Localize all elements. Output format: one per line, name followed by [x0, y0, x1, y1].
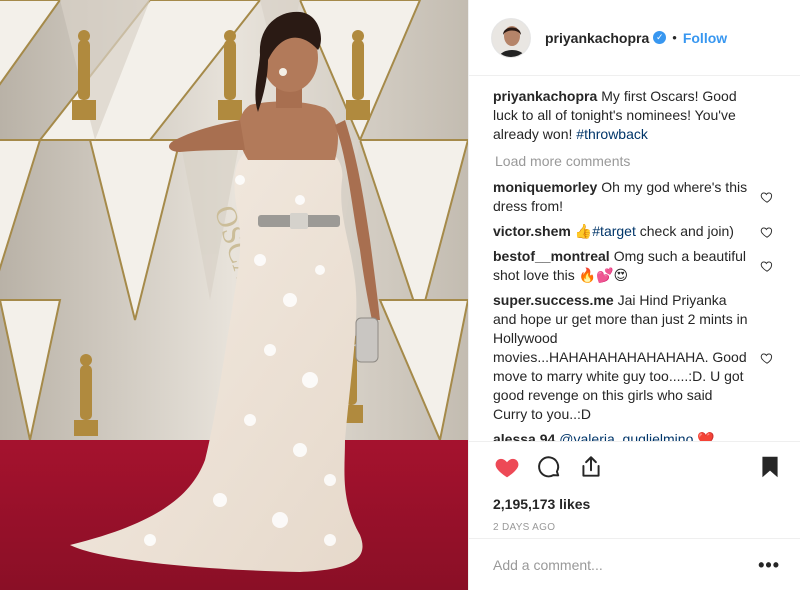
heart-outline-icon[interactable] [760, 190, 774, 204]
bookmark-icon[interactable] [756, 453, 784, 481]
comment-mention[interactable]: @valeria_guglielmino [559, 431, 693, 441]
avatar-image [492, 18, 530, 57]
heart-outline-icon[interactable] [760, 225, 774, 239]
header-separator: • [672, 30, 677, 45]
header-username[interactable]: priyankachopra [545, 30, 649, 46]
comment-username[interactable]: victor.shem [493, 223, 571, 239]
add-comment-bar: ••• [469, 538, 800, 590]
comment-item: alessa 94 @valeria_guglielmino ❤️ [493, 430, 784, 441]
red-heart-emoji-icon: ❤️ [697, 431, 715, 441]
add-comment-input[interactable] [493, 557, 759, 573]
comment-bubble-icon[interactable] [535, 453, 563, 481]
post-timestamp[interactable]: 2 DAYS AGO [493, 522, 784, 533]
comment-text: Jai Hind Priyanka and hope ur get more t… [493, 292, 748, 422]
heart-outline-icon[interactable] [760, 351, 774, 365]
post-header: priyankachopra ✓ • Follow [469, 0, 800, 76]
heart-filled-icon[interactable] [493, 453, 521, 481]
thumbs-up-emoji-icon: 👍 [574, 223, 593, 239]
comment-item: bestof__montreal Omg such a beautiful sho… [493, 247, 784, 285]
post-photo[interactable]: OSCARS [0, 0, 468, 590]
comment-hashtag[interactable]: #target [592, 223, 636, 239]
comment-item: moniquemorley Oh my god where's this dres… [493, 178, 784, 216]
caption-hashtag[interactable]: #throwback [576, 126, 648, 142]
load-more-comments-button[interactable]: Load more comments [495, 153, 784, 169]
fire-hearts-emoji-icon: 🔥💕😍 [578, 267, 629, 283]
heart-outline-icon[interactable] [760, 259, 774, 273]
caption-username[interactable]: priyankachopra [493, 88, 597, 104]
comment-username[interactable]: bestof__montreal [493, 248, 610, 264]
more-options-icon[interactable]: ••• [758, 555, 780, 576]
follow-button[interactable]: Follow [683, 30, 727, 46]
comment-item: super.success.me Jai Hind Priyanka and ho… [493, 291, 784, 424]
comment-username[interactable]: alessa 94 [493, 431, 555, 441]
comment-item: victor.shem 👍#target check and join) [493, 222, 784, 241]
verified-badge-icon: ✓ [653, 31, 667, 44]
post-sidebar: priyankachopra ✓ • Follow priyankachopra… [468, 0, 800, 590]
action-icons [493, 452, 784, 482]
post-photo-illustration: OSCARS [0, 0, 468, 590]
comments-list[interactable]: priyankachopra My first Oscars! Good luck… [469, 77, 800, 441]
avatar[interactable] [491, 17, 531, 58]
comment-username[interactable]: super.success.me [493, 292, 614, 308]
post-actions: 2,195,173 likes 2 DAYS AGO ••• [469, 441, 800, 590]
comment-text: check and join) [639, 223, 734, 239]
share-icon[interactable] [577, 453, 605, 481]
comment-username[interactable]: moniquemorley [493, 179, 597, 195]
likes-count[interactable]: 2,195,173 likes [493, 496, 784, 512]
caption: priyankachopra My first Oscars! Good luck… [493, 87, 784, 144]
post-dialog: OSCARS [0, 0, 800, 590]
